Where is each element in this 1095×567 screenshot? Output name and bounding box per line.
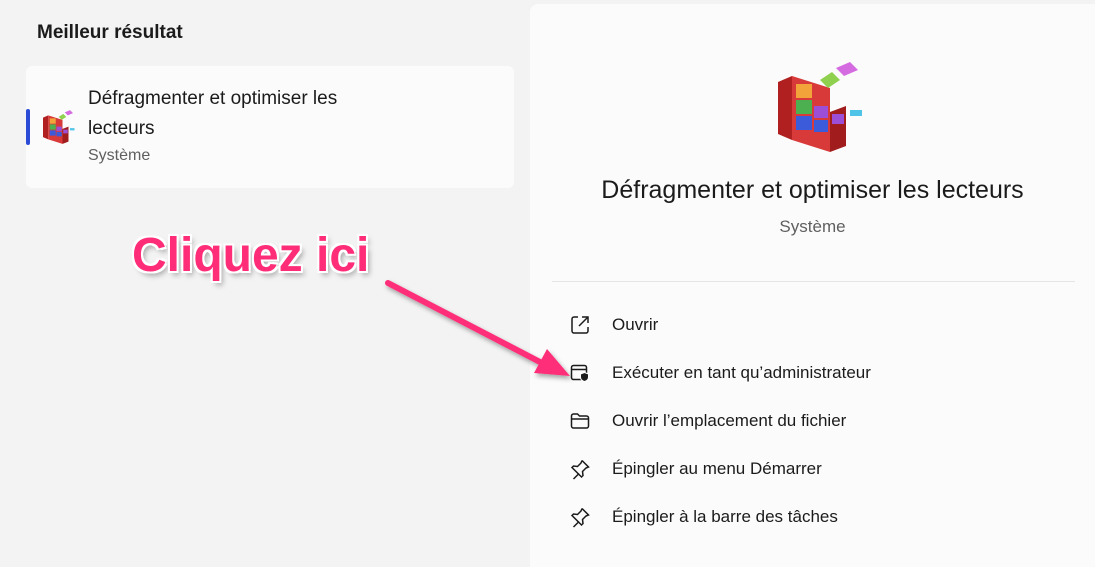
action-label: Épingler à la barre des tâches — [612, 507, 838, 526]
action-open-file-location[interactable]: Ouvrir l’emplacement du fichier — [530, 397, 1095, 445]
action-run-as-admin[interactable]: Exécuter en tant qu’administrateur — [530, 349, 1095, 397]
action-label: Exécuter en tant qu’administrateur — [612, 363, 871, 382]
divider — [552, 281, 1075, 282]
detail-app-category: Système — [779, 217, 846, 236]
action-label: Ouvrir l’emplacement du fichier — [612, 411, 847, 430]
pin-icon — [568, 457, 592, 481]
annotation-text: Cliquez ici — [132, 229, 370, 282]
action-label: Épingler au menu Démarrer — [612, 459, 822, 478]
run-as-admin-shield-icon — [568, 361, 592, 385]
defrag-app-icon — [43, 110, 75, 144]
detail-panel: Défragmenter et optimiser les lecteurs S… — [530, 4, 1095, 567]
defrag-app-icon-large — [778, 62, 862, 152]
open-external-icon — [568, 313, 592, 337]
best-result-name: Défragmenter et optimiser les lecteurs — [88, 88, 338, 139]
selection-indicator — [26, 109, 30, 145]
action-pin-to-start[interactable]: Épingler au menu Démarrer — [530, 445, 1095, 493]
action-open[interactable]: Ouvrir — [530, 301, 1095, 349]
best-result-card[interactable]: Défragmenter et optimiser les lecteurs S… — [26, 66, 514, 188]
folder-icon — [568, 409, 592, 433]
best-result-category: Système — [88, 147, 151, 164]
action-list: Ouvrir Exécuter en tant qu’administrateu… — [530, 301, 1095, 541]
action-pin-to-taskbar[interactable]: Épingler à la barre des tâches — [530, 493, 1095, 541]
detail-app-name: Défragmenter et optimiser les lecteurs — [601, 176, 1024, 204]
pin-icon — [568, 505, 592, 529]
best-result-heading: Meilleur résultat — [37, 22, 183, 43]
action-label: Ouvrir — [612, 315, 659, 334]
